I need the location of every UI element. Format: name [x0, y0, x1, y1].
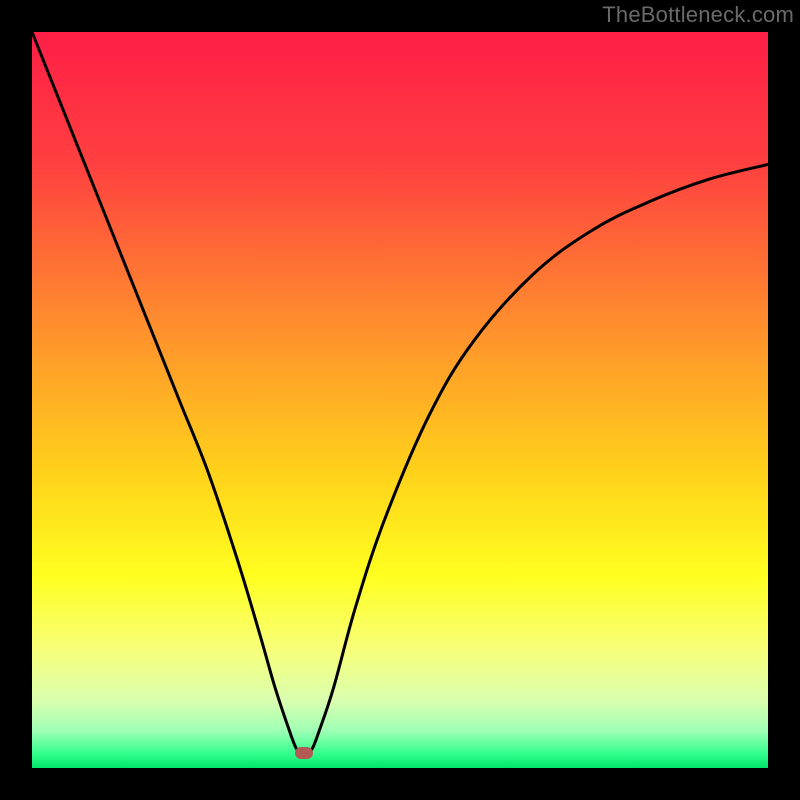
chart-frame: TheBottleneck.com [0, 0, 800, 800]
minimum-marker [295, 747, 313, 759]
gradient-background [32, 32, 768, 768]
watermark-text: TheBottleneck.com [602, 2, 794, 28]
plot-area [32, 32, 768, 768]
